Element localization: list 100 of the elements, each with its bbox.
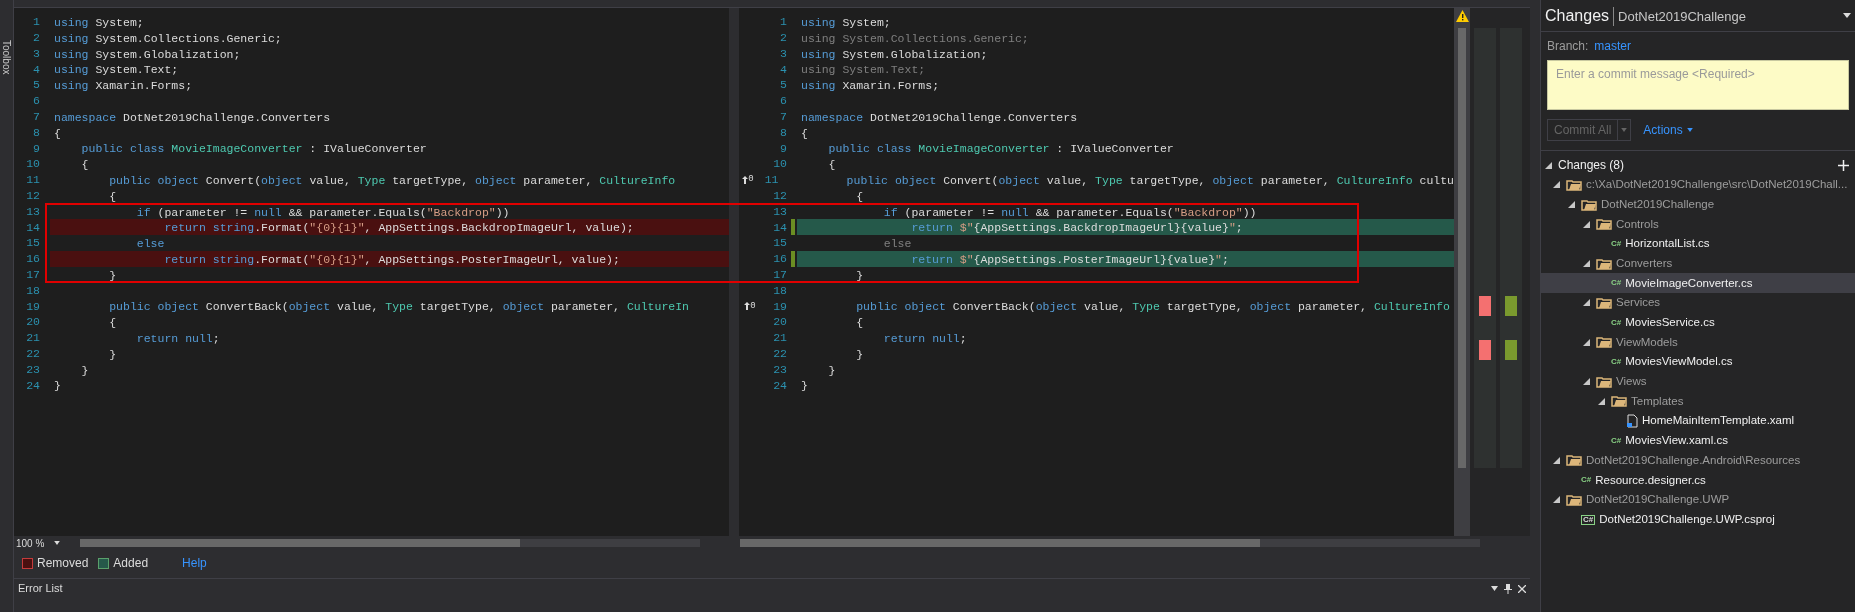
plus-icon[interactable] (1838, 159, 1849, 171)
expanded-triangle-icon[interactable] (1583, 260, 1590, 268)
line-number: 9 (779, 140, 788, 157)
tree-item[interactable]: Controls (1541, 214, 1855, 235)
line-number: 10 (25, 156, 41, 173)
tree-item[interactable]: C# MoviesViewModel.cs (1541, 352, 1855, 372)
line-number: 14 (25, 219, 41, 236)
caret-icon (1621, 128, 1628, 132)
branch-label: Branch: (1547, 38, 1589, 55)
commit-message-field[interactable]: Enter a commit message <Required> (1547, 60, 1849, 110)
line-number: 2 (32, 30, 41, 47)
error-list-title[interactable]: Error List (18, 580, 63, 597)
zoom-dropdown[interactable]: 100 % (14, 535, 76, 551)
line-number: 3 (779, 45, 788, 62)
help-link[interactable]: Help (182, 554, 207, 572)
code-line: } (108, 346, 118, 362)
code-line: public object Convert(object value, Type targetType, object parameter, CultureInfo cultu (845, 172, 1454, 188)
reference-count[interactable]: 0 (742, 175, 754, 185)
line-number: 14 (772, 219, 788, 236)
tree-item[interactable]: C# MovieImageConverter.cs (1541, 273, 1855, 294)
line-number: 18 (772, 282, 788, 299)
tree-item[interactable]: C# Resource.designer.cs (1541, 470, 1855, 490)
tree-item[interactable]: Converters (1541, 253, 1855, 274)
line-number: 11 (763, 172, 780, 189)
expanded-triangle-icon[interactable] (1553, 496, 1560, 504)
tree-item[interactable]: Services (1541, 293, 1855, 313)
tree-item[interactable]: C# HorizontalList.cs (1541, 234, 1855, 254)
legend-label: Removed (37, 555, 89, 572)
tree-item[interactable]: DotNet2019Challenge (1541, 194, 1855, 215)
code-line: public object ConvertBack(object value, Type targetType, object parameter, CultureIn (108, 299, 690, 315)
horizontal-scrollbar[interactable] (80, 539, 700, 547)
legend-label: Added (113, 555, 149, 572)
line-number: 5 (32, 77, 41, 94)
actions-link[interactable]: Actions (1643, 121, 1693, 139)
code-line: using System.Text; (53, 62, 180, 78)
csharp-file-icon: C# (1611, 436, 1622, 445)
tree-item[interactable]: Views (1541, 371, 1855, 392)
code-line: using Xamarin.Forms; (53, 78, 194, 93)
expanded-triangle-icon[interactable] (1598, 397, 1605, 405)
warning-icon[interactable] (1455, 10, 1469, 22)
tree-item[interactable]: Templates (1541, 391, 1855, 412)
line-number: 16 (772, 251, 788, 268)
expanded-triangle-icon[interactable] (1583, 338, 1590, 346)
tree-item[interactable]: C# DotNet2019Challenge.UWP.csproj (1541, 509, 1855, 530)
expanded-triangle-icon[interactable] (1583, 299, 1590, 307)
code-line: using Xamarin.Forms; (800, 78, 941, 93)
code-line: { (108, 315, 118, 330)
tree-item[interactable]: c:\Xa\DotNet2019Challenge\src\DotNet2019Chall... (1541, 175, 1855, 195)
code-line: public class MovieImageConverter : IValueConverter (80, 141, 428, 157)
legend-swatch (98, 557, 110, 569)
line-number: 9 (32, 140, 41, 157)
dropdown-icon[interactable] (1491, 586, 1498, 591)
expanded-triangle-icon[interactable] (1583, 378, 1590, 386)
horizontal-scrollbar[interactable] (740, 539, 1480, 547)
code-line: } (800, 378, 809, 394)
code-line: using System.Globalization; (53, 46, 242, 62)
tree-item[interactable]: HomeMainItemTemplate.xaml (1541, 411, 1855, 431)
tree-item[interactable]: DotNet2019Challenge.Android\Resources (1541, 450, 1855, 471)
tree-item[interactable]: C# MoviesService.cs (1541, 312, 1855, 333)
code-line: else (135, 236, 166, 251)
line-number: 19 (25, 298, 41, 315)
line-number: 12 (25, 188, 41, 205)
up-arrow-icon (742, 175, 749, 184)
line-number: 16 (25, 251, 41, 268)
vertical-scrollbar[interactable] (1454, 8, 1470, 536)
line-number: 13 (772, 203, 788, 220)
code-line: public object ConvertBack(object value, Type targetType, object parameter, CultureInfo (855, 299, 1451, 315)
csharp-file-icon: C# (1611, 239, 1622, 248)
expanded-triangle-icon[interactable] (1568, 201, 1575, 209)
line-number: 20 (25, 314, 41, 331)
branch-link[interactable]: master (1594, 37, 1632, 55)
changes-section-header[interactable]: Changes (8) (1545, 156, 1625, 174)
expanded-triangle-icon[interactable] (1553, 456, 1560, 464)
dropdown-icon[interactable] (1843, 13, 1851, 18)
tree-item[interactable]: ViewModels (1541, 332, 1855, 353)
repository-name: DotNet2019Challenge (1613, 6, 1746, 26)
code-line: public class MovieImageConverter : IValueConverter (827, 141, 1175, 157)
code-line: { (108, 188, 118, 204)
code-line: namespace DotNet2019Challenge.Converters (800, 109, 1079, 125)
line-number: 23 (772, 361, 788, 378)
pin-icon[interactable] (1504, 583, 1512, 594)
code-line: using System.Text; (800, 62, 927, 78)
reference-count[interactable]: 0 (744, 301, 756, 311)
toolbox-tab[interactable]: Toolbox (0, 40, 14, 75)
code-line: } (108, 267, 118, 283)
csharp-file-icon: C# (1581, 476, 1592, 485)
code-line: { (855, 315, 865, 330)
code-line: return null; (135, 330, 221, 346)
code-line: { (53, 125, 62, 141)
expanded-triangle-icon[interactable] (1553, 181, 1560, 189)
panel-title: Changes (1545, 5, 1610, 26)
code-line: using System.Collections.Generic; (53, 30, 283, 46)
tree-item[interactable]: DotNet2019Challenge.UWP (1541, 490, 1855, 510)
tree-item[interactable]: C# MoviesView.xaml.cs (1541, 430, 1855, 451)
line-number: 17 (772, 267, 788, 284)
line-number: 23 (25, 361, 41, 378)
close-icon[interactable] (1518, 584, 1526, 593)
code-line: { (855, 188, 865, 204)
line-number: 22 (25, 346, 41, 362)
expanded-triangle-icon[interactable] (1583, 220, 1590, 228)
